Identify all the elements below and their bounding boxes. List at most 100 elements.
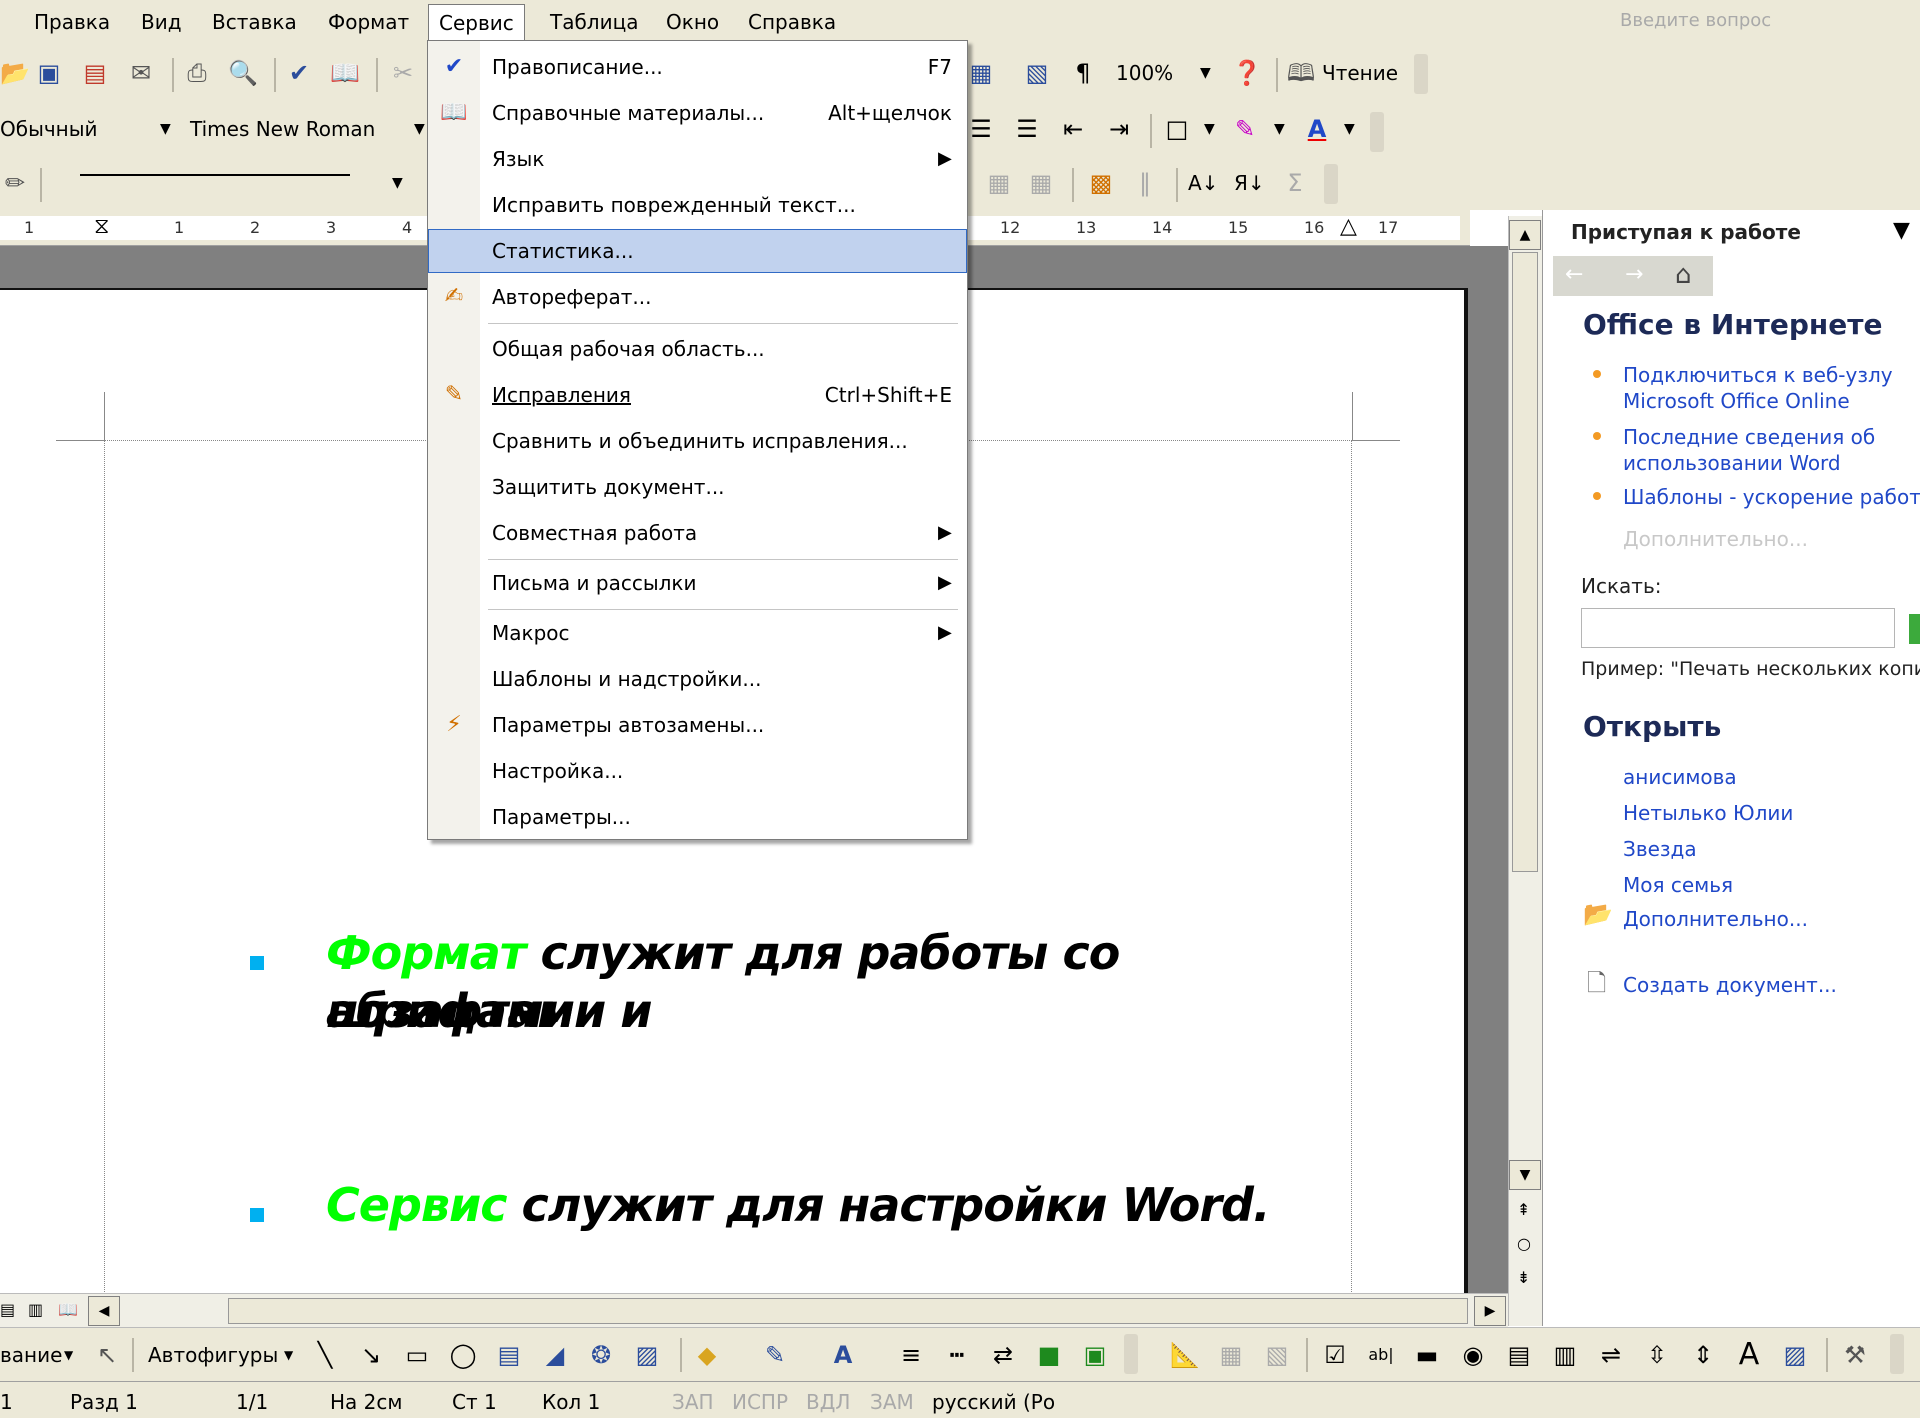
diagram-icon[interactable]: ❂ — [586, 1340, 616, 1370]
link-latest-news[interactable]: Последние сведения об использовании Word — [1623, 424, 1913, 476]
right-indent-icon[interactable]: △ — [1340, 214, 1357, 239]
normal-view-icon[interactable]: ▤ — [0, 1300, 15, 1319]
paragraph-tools[interactable]: Сервис служит для настройки Word. — [326, 1176, 1376, 1234]
scroll-thumb[interactable] — [1512, 252, 1538, 872]
menu-insert[interactable]: Вставка — [202, 8, 307, 36]
recent-file[interactable]: Нетылько Юлии — [1623, 800, 1793, 826]
toolbar-grip[interactable] — [1370, 112, 1384, 152]
task-pane-title[interactable]: Приступая к работе — [1571, 220, 1801, 244]
chevron-down-icon[interactable]: ▼ — [1200, 58, 1211, 88]
scroll-up-icon[interactable]: ▲ — [1509, 220, 1541, 250]
back-icon[interactable]: ← — [1565, 262, 1583, 287]
drawing-icon[interactable]: ▦ — [966, 58, 996, 88]
reading-view-icon[interactable]: 📖 — [58, 1300, 78, 1319]
question-box[interactable]: Введите вопрос — [1620, 10, 1860, 36]
numbering-icon[interactable]: ☰ — [966, 114, 996, 144]
menu-view[interactable]: Вид — [131, 8, 192, 36]
option-button-icon[interactable]: ◉ — [1458, 1340, 1488, 1370]
3d-icon[interactable]: ▣ — [1080, 1340, 1110, 1370]
line-style-sample[interactable] — [80, 174, 350, 176]
image-control-icon[interactable]: ▨ — [1780, 1340, 1810, 1370]
print-icon[interactable]: ⎙ — [182, 58, 212, 88]
search-go-icon[interactable] — [1909, 614, 1920, 644]
menu-item-word-count[interactable]: Статистика... — [428, 229, 967, 273]
doc-map-icon[interactable]: ▧ — [1022, 58, 1052, 88]
design-mode-icon[interactable]: 📐 — [1170, 1340, 1200, 1370]
clipart-icon[interactable]: ▨ — [632, 1340, 662, 1370]
toolbar-grip[interactable] — [1890, 1334, 1904, 1374]
link-templates[interactable]: Шаблоны - ускорение работы — [1623, 484, 1920, 510]
pilcrow-icon[interactable]: ¶ — [1068, 58, 1098, 88]
drawing-menu-button[interactable]: вание — [0, 1340, 62, 1370]
chevron-down-icon[interactable]: ▼ — [392, 168, 403, 198]
menu-tools[interactable]: Сервис — [428, 4, 525, 41]
toolbar-grip[interactable] — [1324, 164, 1338, 204]
reading-button[interactable]: Чтение — [1322, 58, 1398, 88]
decrease-indent-icon[interactable]: ⇤ — [1058, 114, 1088, 144]
arrow-icon[interactable]: ↘ — [356, 1340, 386, 1370]
autoformat-icon[interactable]: ▩ — [1086, 168, 1116, 198]
spin-icon[interactable]: ⇳ — [1642, 1340, 1672, 1370]
textbox-icon[interactable]: ▤ — [494, 1340, 524, 1370]
chevron-down-icon[interactable]: ▼ — [160, 114, 171, 144]
font-combo[interactable]: Times New Roman — [190, 114, 375, 144]
increase-indent-icon[interactable]: ⇥ — [1104, 114, 1134, 144]
web-view-icon[interactable]: ▥ — [28, 1300, 43, 1319]
menu-item-options[interactable]: Параметры... — [428, 795, 967, 839]
menu-item-letters-mailings[interactable]: Письма и рассылки ▶ — [428, 561, 967, 605]
print-preview-icon[interactable]: 🔍 — [228, 58, 258, 88]
chevron-down-icon[interactable]: ▼ — [1344, 114, 1355, 144]
prev-page-icon[interactable]: ⇞ — [1517, 1200, 1530, 1219]
toolbar-grip[interactable] — [1124, 1334, 1138, 1374]
autoshapes-button[interactable]: Автофигуры — [148, 1340, 278, 1370]
menu-table[interactable]: Таблица — [540, 8, 648, 36]
line-style-icon[interactable]: ≡ — [896, 1340, 926, 1370]
menu-item-autosummarize[interactable]: ✍ Автореферат... — [428, 275, 967, 319]
scroll-left-icon[interactable]: ◀ — [88, 1296, 120, 1326]
scrollbar-control-icon[interactable]: ⇕ — [1688, 1340, 1718, 1370]
line-color-icon[interactable]: ✎ — [760, 1340, 790, 1370]
help-icon[interactable]: ❓ — [1232, 58, 1262, 88]
spelling-icon[interactable]: ✔ — [284, 58, 314, 88]
hscroll-thumb[interactable] — [228, 1298, 1468, 1324]
more-controls-icon[interactable]: ⚒ — [1840, 1340, 1870, 1370]
zoom-combo[interactable]: 100% — [1116, 58, 1173, 88]
bullets-icon[interactable]: ☰ — [1012, 114, 1042, 144]
status-ext[interactable]: ВДЛ — [806, 1390, 850, 1414]
split-cells-icon[interactable]: ▦ — [1026, 168, 1056, 198]
menu-item-compare-merge[interactable]: Сравнить и объединить исправления... — [428, 419, 967, 463]
borders-icon[interactable]: □ — [1162, 114, 1192, 144]
textbox-control-icon[interactable]: ab| — [1366, 1340, 1396, 1370]
recent-file[interactable]: Звезда — [1623, 836, 1697, 862]
toggle-icon[interactable]: ⇌ — [1596, 1340, 1626, 1370]
scroll-down-icon[interactable]: ▼ — [1509, 1160, 1541, 1190]
menu-item-fix-broken-text[interactable]: Исправить поврежденный текст... — [428, 183, 967, 227]
checkbox-icon[interactable]: ☑ — [1320, 1340, 1350, 1370]
wordart-icon[interactable]: ◢ — [540, 1340, 570, 1370]
status-rec[interactable]: ЗАП — [672, 1390, 714, 1414]
home-icon[interactable]: ⌂ — [1675, 260, 1692, 290]
browse-object-icon[interactable]: ○ — [1517, 1234, 1531, 1253]
vertical-scrollbar[interactable]: ▲ ▼ ⇞ ○ ⇟ — [1508, 216, 1542, 1326]
dash-style-icon[interactable]: ┅ — [942, 1340, 972, 1370]
toolbar-grip[interactable] — [1414, 54, 1428, 94]
menu-item-collaboration[interactable]: Совместная работа ▶ — [428, 511, 967, 555]
menu-format[interactable]: Формат — [318, 8, 419, 36]
highlight-icon[interactable]: ✎ — [1230, 114, 1260, 144]
line-icon[interactable]: ╲ — [310, 1340, 340, 1370]
menu-item-autocorrect[interactable]: ⚡ Параметры автозамены... — [428, 703, 967, 747]
menu-item-templates-addins[interactable]: Шаблоны и надстройки... — [428, 657, 967, 701]
menu-item-customize[interactable]: Настройка... — [428, 749, 967, 793]
menu-item-track-changes[interactable]: ✎ Исправления Ctrl+Shift+E — [428, 373, 967, 417]
properties-icon[interactable]: ▦ — [1216, 1340, 1246, 1370]
combobox-icon[interactable]: ▥ — [1550, 1340, 1580, 1370]
chevron-down-icon[interactable]: ▼ — [1274, 114, 1285, 144]
create-document-link[interactable]: Создать документ... — [1623, 972, 1837, 998]
cut-icon[interactable]: ✂ — [388, 58, 418, 88]
label-control-icon[interactable]: A — [1734, 1340, 1764, 1370]
fill-color-icon[interactable]: ◆ — [692, 1340, 722, 1370]
status-trk[interactable]: ИСПР — [732, 1390, 788, 1414]
menu-edit[interactable]: Правка — [24, 8, 120, 36]
indent-marker-icon[interactable]: ⧖ — [94, 214, 109, 239]
sum-icon[interactable]: Σ — [1280, 168, 1310, 198]
